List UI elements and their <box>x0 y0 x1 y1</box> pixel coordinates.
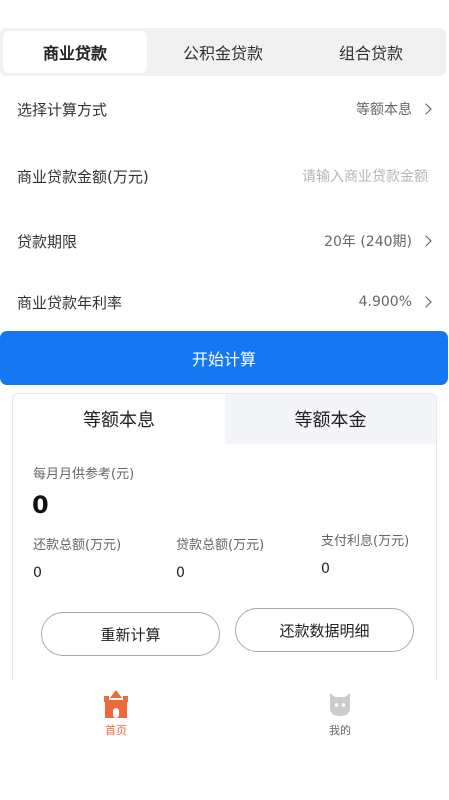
loan-calculator-page: 商业贷款 公积金贷款 组合贷款 选择计算方式 等额本息 商业贷款金额(万元) 请… <box>0 0 449 800</box>
amount-row: 商业贷款金额(万元) 请输入商业贷款金额 <box>0 156 434 196</box>
tab-provident-fund-loan[interactable]: 公积金贷款 <box>147 31 299 73</box>
recalculate-button[interactable]: 重新计算 <box>41 612 220 656</box>
chevron-right-icon <box>420 235 432 247</box>
result-card: 等额本息 等额本金 每月月供参考(元) 0 还款总额(万元) 0 贷款总额(万元… <box>12 393 437 688</box>
loan-type-tabs: 商业贷款 公积金贷款 组合贷款 <box>0 28 446 76</box>
term-value: 20年 (240期) <box>324 234 412 250</box>
tab-equal-principal[interactable]: 等额本金 <box>225 394 436 444</box>
bottom-nav: 首页 我的 <box>0 680 449 750</box>
term-label: 贷款期限 <box>17 232 78 251</box>
stat-value: 0 <box>321 561 330 577</box>
stat-value: 0 <box>33 565 42 581</box>
amount-input[interactable]: 请输入商业贷款金额 <box>302 166 428 186</box>
stat-label: 贷款总额(万元) <box>176 538 265 553</box>
total-loan-stat: 贷款总额(万元) 0 <box>176 534 264 581</box>
chevron-right-icon <box>420 103 432 115</box>
stat-label: 支付利息(万元) <box>321 534 410 549</box>
chevron-right-icon <box>420 296 432 308</box>
repayment-detail-button[interactable]: 还款数据明细 <box>235 608 414 652</box>
rate-row[interactable]: 商业贷款年利率 4.900% <box>0 282 434 322</box>
tab-combined-loan[interactable]: 组合贷款 <box>299 31 443 73</box>
nav-item-profile[interactable]: 我的 <box>310 690 370 738</box>
interest-paid-stat: 支付利息(万元) 0 <box>321 530 409 577</box>
nav-label-profile: 我的 <box>329 724 351 737</box>
stat-label: 还款总额(万元) <box>33 538 122 553</box>
profile-icon <box>330 693 350 716</box>
monthly-payment-label: 每月月供参考(元) <box>33 467 135 482</box>
repayment-method-tabs: 等额本息 等额本金 <box>13 394 436 444</box>
method-row[interactable]: 选择计算方式 等额本息 <box>0 89 434 129</box>
nav-label-home: 首页 <box>105 724 127 737</box>
total-repayment-stat: 还款总额(万元) 0 <box>33 534 121 581</box>
amount-label: 商业贷款金额(万元) <box>17 167 149 186</box>
stat-value: 0 <box>176 565 185 581</box>
castle-icon <box>104 690 128 718</box>
rate-value: 4.900% <box>358 294 412 310</box>
method-label: 选择计算方式 <box>17 100 108 119</box>
start-calculate-button[interactable]: 开始计算 <box>0 331 448 385</box>
monthly-payment-value: 0 <box>32 491 49 519</box>
method-value: 等额本息 <box>356 102 412 118</box>
term-row[interactable]: 贷款期限 20年 (240期) <box>0 221 434 261</box>
nav-item-home[interactable]: 首页 <box>86 690 146 738</box>
tab-commercial-loan[interactable]: 商业贷款 <box>3 31 147 73</box>
rate-label: 商业贷款年利率 <box>17 293 123 312</box>
tab-equal-installment[interactable]: 等额本息 <box>13 394 225 444</box>
